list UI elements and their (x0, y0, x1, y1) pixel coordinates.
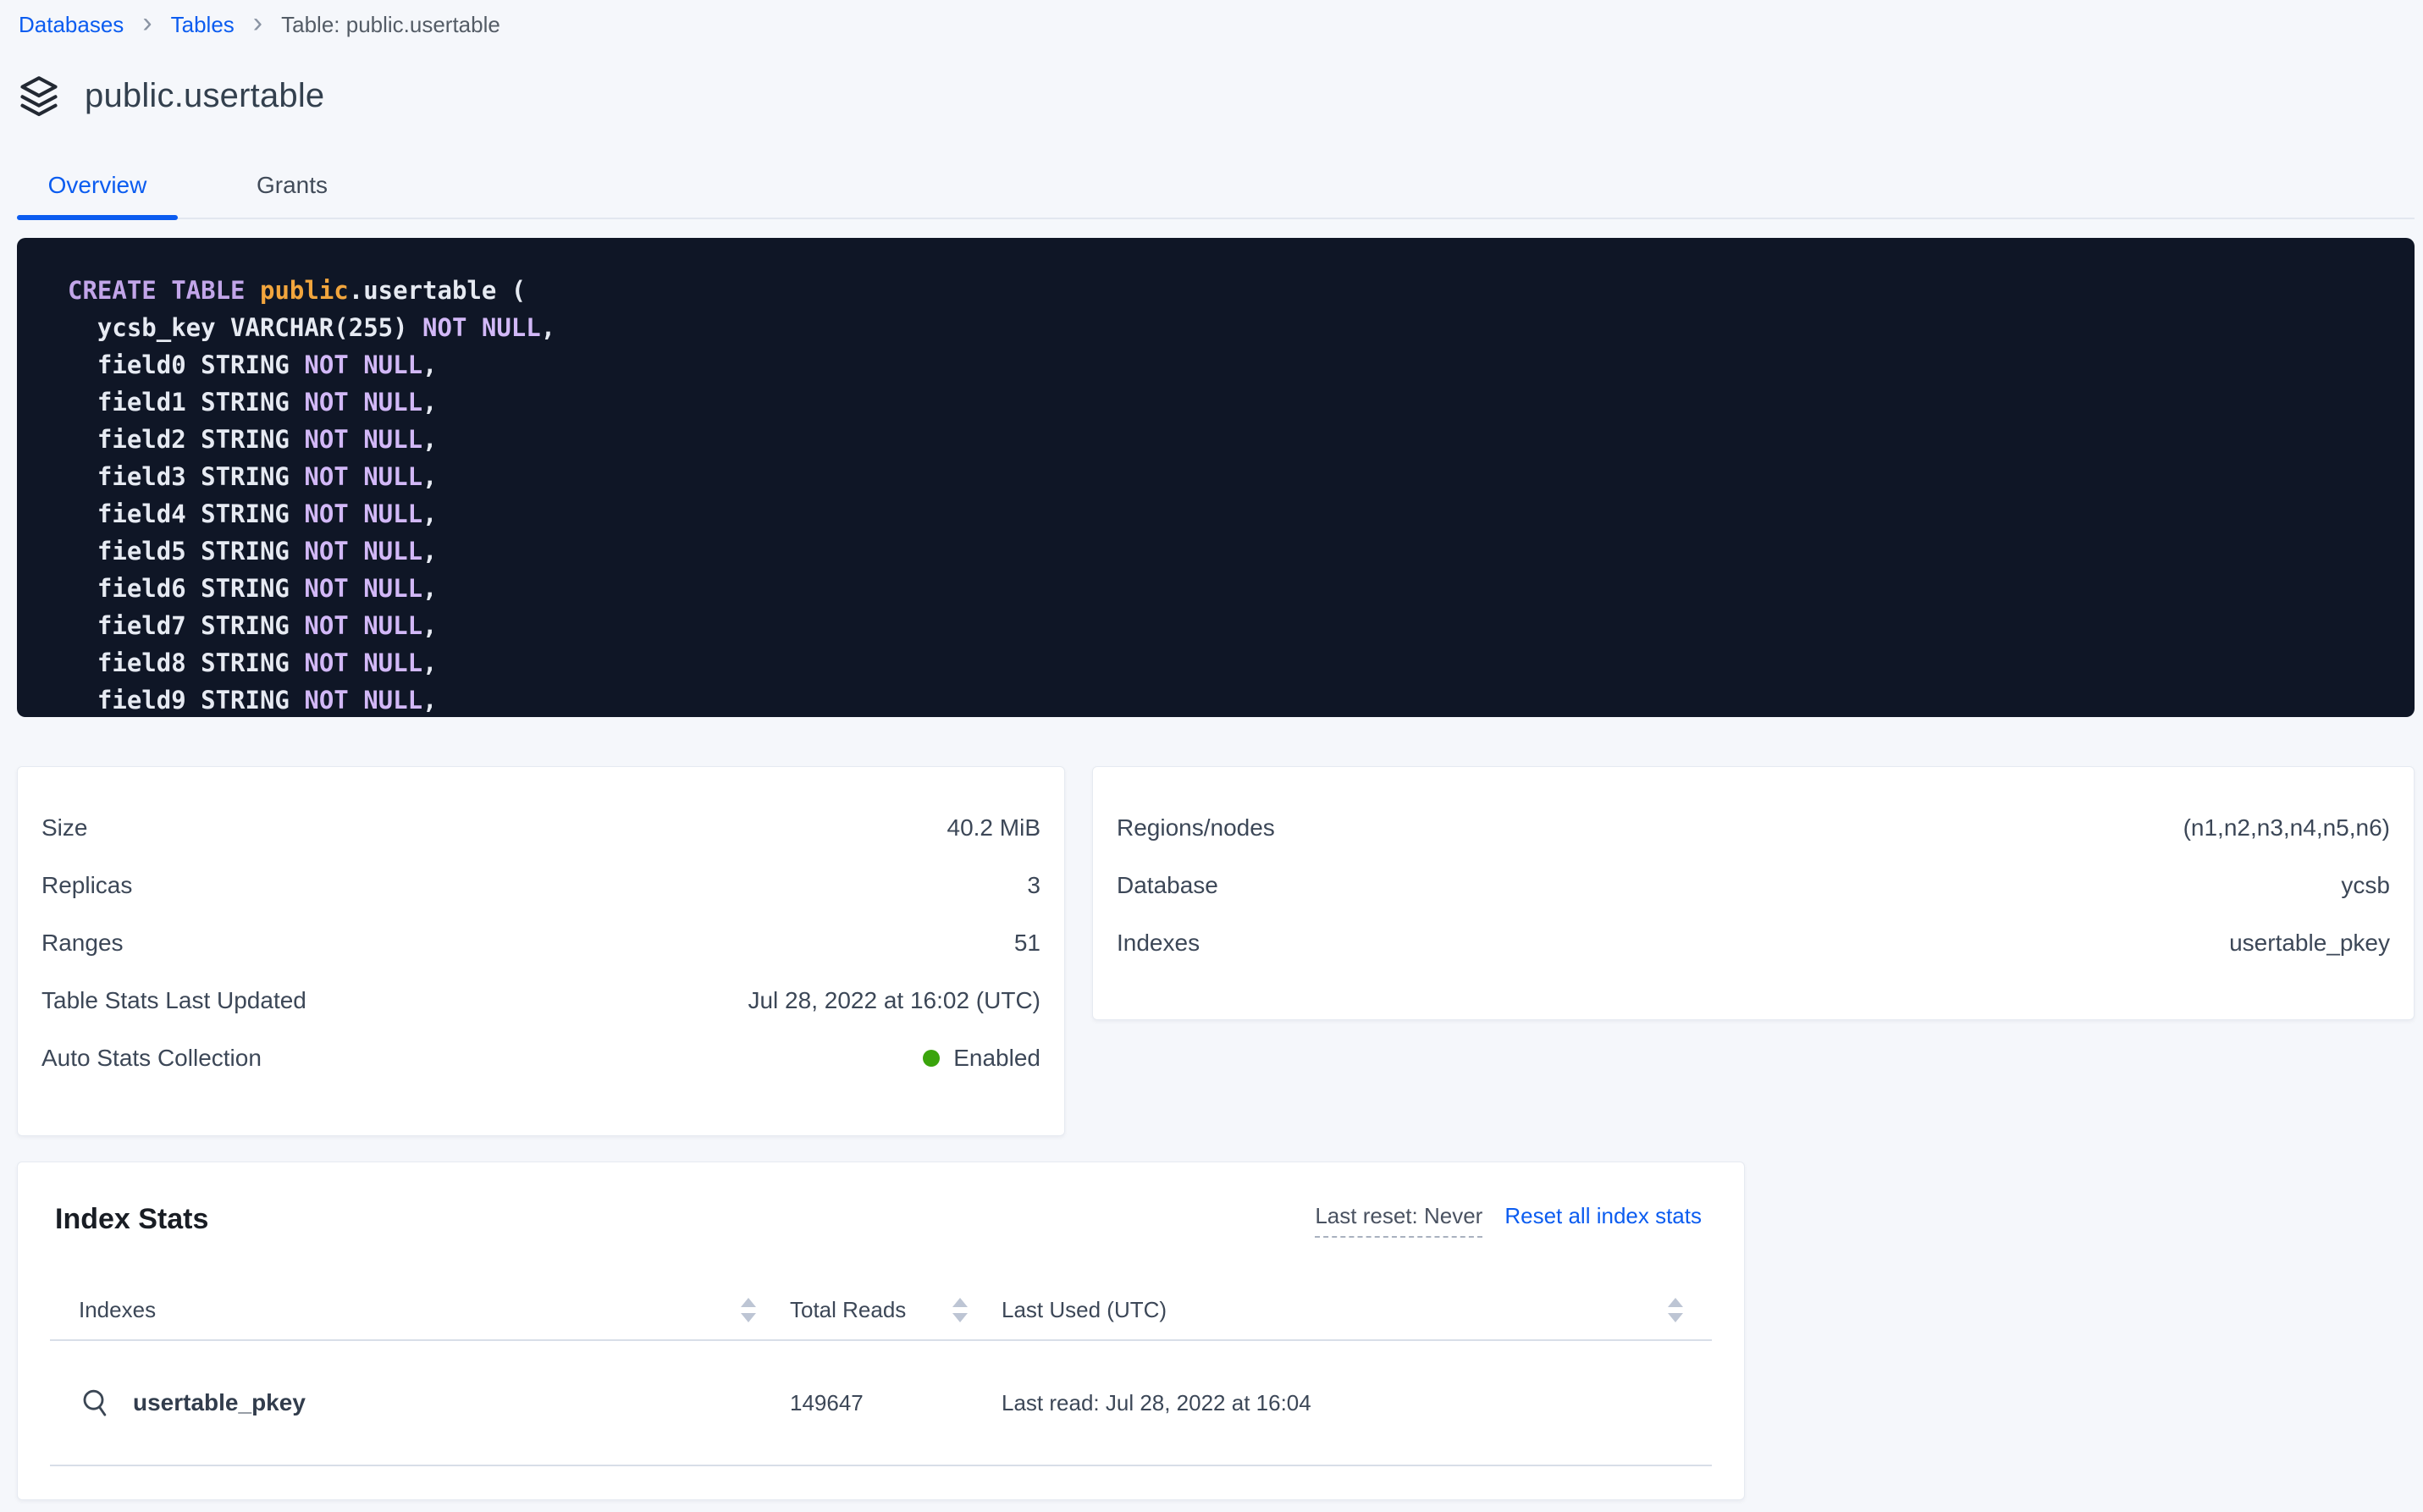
index-table-row: usertable_pkey 149647 Last read: Jul 28, 2… (18, 1341, 1744, 1465)
code-line: ycsb_key VARCHAR(255) NOT NULL, (68, 309, 2381, 346)
status-enabled-dot-icon (923, 1050, 940, 1067)
stat-row: Regions/nodes (n1,n2,n3,n4,n5,n6) (1117, 799, 2390, 857)
index-stats-title: Index Stats (55, 1203, 208, 1236)
code-line: field6 STRING NOT NULL, (68, 570, 2381, 607)
index-name-cell[interactable]: usertable_pkey (79, 1386, 756, 1420)
index-stats-card: Index Stats Last reset: Never Reset all … (17, 1162, 1745, 1500)
stat-label: Table Stats Last Updated (41, 987, 306, 1014)
create-table-sql-block: CREATE TABLE public.usertable ( ycsb_key… (17, 238, 2415, 717)
last-reset-label[interactable]: Last reset: Never (1315, 1203, 1482, 1238)
tab-bar: Overview Grants (17, 160, 2415, 219)
code-line: field9 STRING NOT NULL, (68, 682, 2381, 717)
stat-value: 3 (1027, 872, 1040, 899)
page-header: public.usertable (17, 74, 2423, 118)
stat-label: Regions/nodes (1117, 814, 1275, 842)
sort-icon[interactable] (1668, 1298, 1683, 1322)
stat-value: (n1,n2,n3,n4,n5,n6) (2183, 814, 2390, 842)
tab-grants[interactable]: Grants (212, 160, 373, 218)
index-name[interactable]: usertable_pkey (133, 1389, 306, 1416)
stat-label: Size (41, 814, 87, 842)
sort-icon[interactable] (952, 1298, 968, 1322)
code-line: field4 STRING NOT NULL, (68, 495, 2381, 533)
tab-overview-label: Overview (48, 172, 147, 198)
column-header-indexes[interactable]: Indexes (79, 1297, 756, 1323)
stat-row: Size 40.2 MiB (41, 799, 1040, 857)
row-divider (50, 1465, 1712, 1466)
stat-value: 40.2 MiB (947, 814, 1041, 842)
code-line: field2 STRING NOT NULL, (68, 421, 2381, 458)
index-table-header: Indexes Total Reads Last Used (UTC) (18, 1292, 1744, 1327)
table-details-section: Size 40.2 MiB Replicas 3 Ranges 51 Table Stats… (17, 766, 2415, 1136)
stat-label: Auto Stats Collection (41, 1045, 262, 1072)
magnifier-icon (79, 1386, 113, 1420)
table-config-card: Regions/nodes (n1,n2,n3,n4,n5,n6) Database… (1092, 766, 2415, 1020)
stat-row: Ranges 51 (41, 914, 1040, 972)
stat-label: Database (1117, 872, 1218, 899)
code-line: field3 STRING NOT NULL, (68, 458, 2381, 495)
breadcrumb-link-tables[interactable]: Tables (171, 12, 235, 38)
stat-value: ycsb (2341, 872, 2390, 899)
tab-overview[interactable]: Overview (17, 160, 178, 218)
stat-row: Auto Stats Collection Enabled (41, 1029, 1040, 1087)
stat-value: usertable_pkey (2229, 930, 2390, 957)
code-line: field5 STRING NOT NULL, (68, 533, 2381, 570)
reset-all-index-stats-link[interactable]: Reset all index stats (1504, 1203, 1702, 1229)
column-header-last-used-label: Last Used (UTC) (1002, 1297, 1167, 1323)
stat-row: Replicas 3 (41, 857, 1040, 914)
tab-grants-label: Grants (257, 172, 328, 198)
stat-value: 51 (1014, 930, 1040, 957)
code-line: CREATE TABLE public.usertable ( (68, 272, 2381, 309)
column-header-last-used[interactable]: Last Used (UTC) (1002, 1297, 1683, 1323)
chevron-right-icon: › (253, 12, 262, 34)
stat-value: Enabled (923, 1045, 1040, 1072)
column-header-indexes-label: Indexes (79, 1297, 156, 1323)
total-reads-value: 149647 (790, 1390, 968, 1416)
sql-code: CREATE TABLE public.usertable ( ycsb_key… (68, 272, 2381, 717)
stat-label: Ranges (41, 930, 124, 957)
code-line: field1 STRING NOT NULL, (68, 384, 2381, 421)
page-title: public.usertable (85, 77, 324, 115)
active-tab-underline (17, 215, 178, 220)
column-header-total-reads[interactable]: Total Reads (790, 1297, 968, 1323)
stat-row: Table Stats Last Updated Jul 28, 2022 at … (41, 972, 1040, 1029)
sort-icon[interactable] (741, 1298, 756, 1322)
chevron-right-icon: › (142, 12, 152, 34)
breadcrumb: Databases › Tables › Table: public.usert… (0, 0, 2423, 38)
layers-icon (17, 74, 61, 118)
column-header-total-reads-label: Total Reads (790, 1297, 906, 1323)
code-line: field8 STRING NOT NULL, (68, 644, 2381, 682)
table-stats-card: Size 40.2 MiB Replicas 3 Ranges 51 Table Stats… (17, 766, 1065, 1136)
stat-row: Database ycsb (1117, 857, 2390, 914)
index-table-body: usertable_pkey 149647 Last read: Jul 28, 2… (18, 1341, 1744, 1466)
stat-label: Indexes (1117, 930, 1200, 957)
last-used-value: Last read: Jul 28, 2022 at 16:04 (1002, 1390, 1683, 1416)
code-line: field0 STRING NOT NULL, (68, 346, 2381, 384)
breadcrumb-link-databases[interactable]: Databases (19, 12, 124, 38)
breadcrumb-current: Table: public.usertable (281, 12, 500, 38)
stat-value: Jul 28, 2022 at 16:02 (UTC) (748, 987, 1040, 1014)
code-line: field7 STRING NOT NULL, (68, 607, 2381, 644)
stat-label: Replicas (41, 872, 132, 899)
stat-row: Indexes usertable_pkey (1117, 914, 2390, 972)
